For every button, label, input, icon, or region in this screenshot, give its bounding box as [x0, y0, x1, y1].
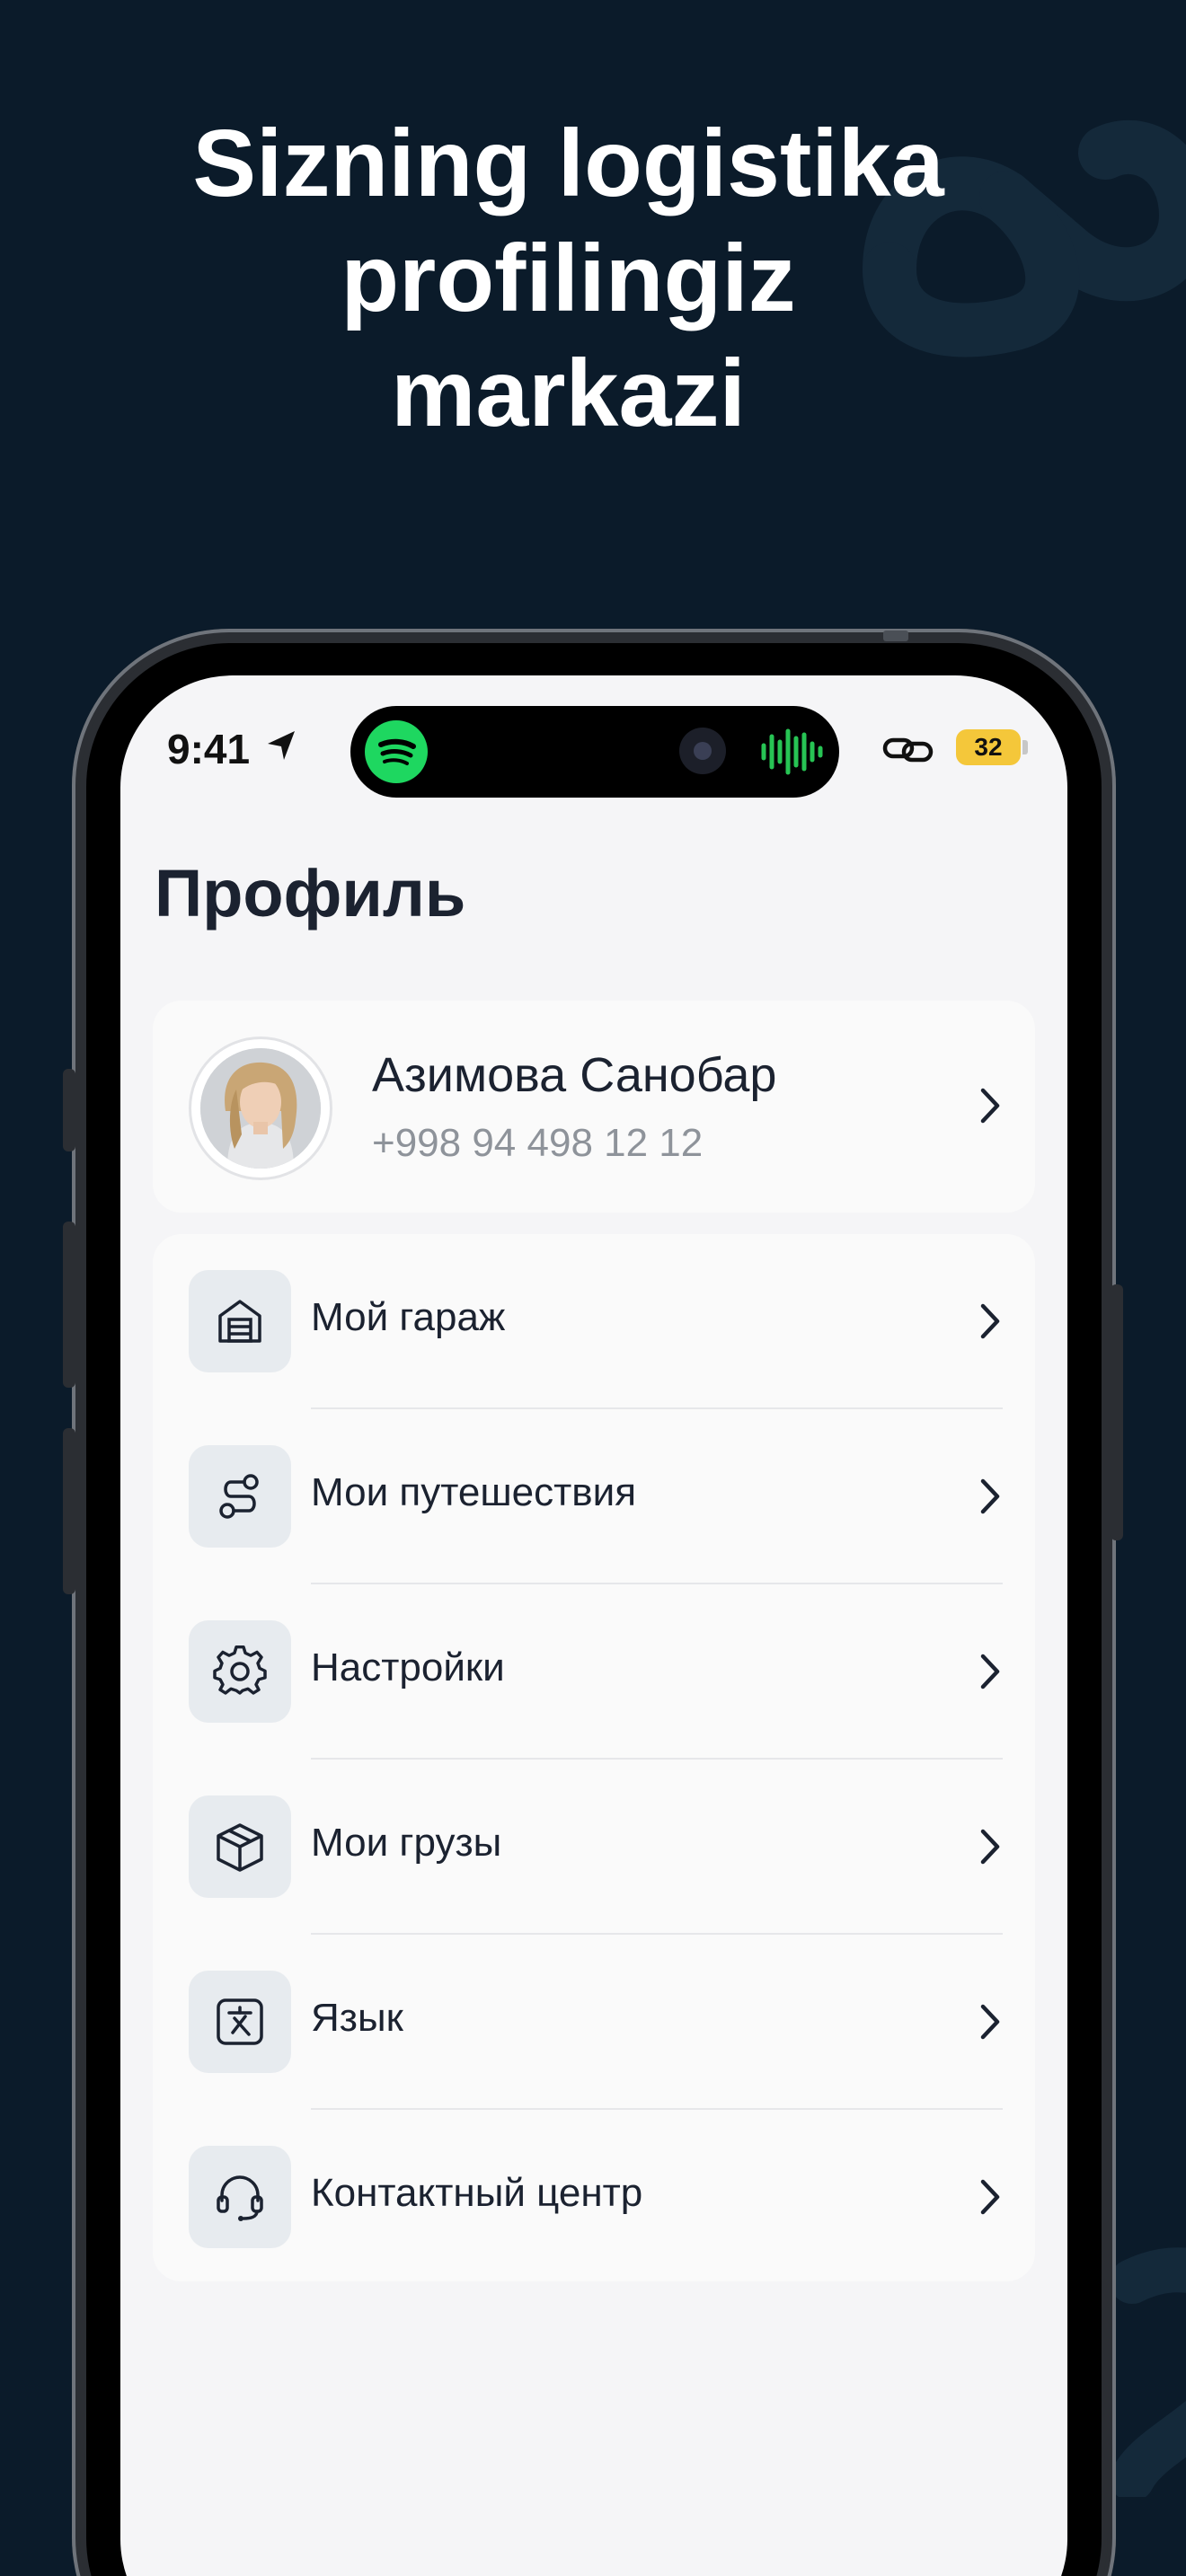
- menu-item-trips[interactable]: Мои путешествия: [153, 1409, 1035, 1584]
- antenna-band: [883, 631, 908, 641]
- phone-screen: 9:41 32 Профиль Азимова Санобар +998 94 …: [120, 675, 1067, 2576]
- menu-item-settings[interactable]: Настройки: [153, 1584, 1035, 1760]
- chevron-right-icon: [980, 1478, 1000, 1514]
- avatar[interactable]: [200, 1048, 321, 1169]
- menu-item-label: Настройки: [311, 1645, 505, 1689]
- gear-icon: [213, 1645, 267, 1695]
- menu-item-contact-center[interactable]: Контактный центр: [153, 2110, 1035, 2285]
- translate-icon: [217, 1998, 263, 2045]
- menu-icon-box: [189, 1795, 291, 1898]
- side-button: [1111, 1284, 1123, 1540]
- menu-item-label: Мои путешествия: [311, 1470, 637, 1514]
- menu-icon-box: [189, 1620, 291, 1723]
- spotify-icon[interactable]: [365, 720, 428, 783]
- menu-icon-box: [189, 1971, 291, 2073]
- link-icon: [882, 737, 934, 763]
- audio-wave-icon: [761, 728, 823, 775]
- chevron-right-icon: [980, 2179, 1000, 2215]
- profile-phone: +998 94 498 12 12: [372, 1121, 704, 1165]
- action-button: [63, 1069, 75, 1151]
- profile-card[interactable]: Азимова Санобар +998 94 498 12 12: [153, 1001, 1035, 1213]
- chevron-right-icon: [980, 2004, 1000, 2040]
- menu-icon-box: [189, 1445, 291, 1548]
- menu-icon-box: [189, 1270, 291, 1372]
- menu-item-cargo[interactable]: Мои грузы: [153, 1760, 1035, 1935]
- front-camera: [679, 728, 726, 774]
- route-icon: [219, 1474, 259, 1519]
- page-title: Профиль: [155, 856, 466, 931]
- app-store-screenshot: Sizning logistika profilingiz markazi 9:…: [0, 0, 1186, 2576]
- battery-icon: 32: [956, 729, 1021, 765]
- headline-line-2: profilingiz: [341, 225, 796, 331]
- menu-item-label: Мой гараж: [311, 1295, 506, 1339]
- location-arrow-icon: [268, 731, 295, 760]
- menu-item-label: Язык: [311, 1996, 403, 2040]
- menu-item-language[interactable]: Язык: [153, 1935, 1035, 2110]
- dynamic-island[interactable]: [350, 706, 839, 798]
- menu-item-label: Мои грузы: [311, 1821, 502, 1865]
- avatar-ring: [189, 1037, 332, 1180]
- menu-icon-box: [189, 2146, 291, 2248]
- chevron-right-icon: [980, 1654, 1000, 1689]
- chevron-right-icon: [980, 1829, 1000, 1865]
- menu-card: Мой гараж Мои путешествия Настройки Мои …: [153, 1234, 1035, 2281]
- profile-name: Азимова Санобар: [372, 1048, 777, 1102]
- chevron-right-icon: [980, 1088, 1000, 1124]
- volume-up-button: [63, 1222, 75, 1388]
- menu-item-garage[interactable]: Мой гараж: [153, 1234, 1035, 1409]
- headline-line-1: Sizning logistika: [192, 110, 944, 216]
- volume-down-button: [63, 1428, 75, 1594]
- headline-line-3: markazi: [391, 340, 746, 446]
- status-time: 9:41: [167, 726, 251, 772]
- headline: Sizning logistika profilingiz markazi: [0, 106, 1137, 451]
- package-icon: [217, 1823, 263, 1872]
- battery-tip: [1022, 740, 1028, 754]
- headset-icon: [217, 2175, 263, 2221]
- chevron-right-icon: [980, 1303, 1000, 1339]
- garage-icon: [218, 1300, 261, 1343]
- menu-item-label: Контактный центр: [311, 2171, 643, 2215]
